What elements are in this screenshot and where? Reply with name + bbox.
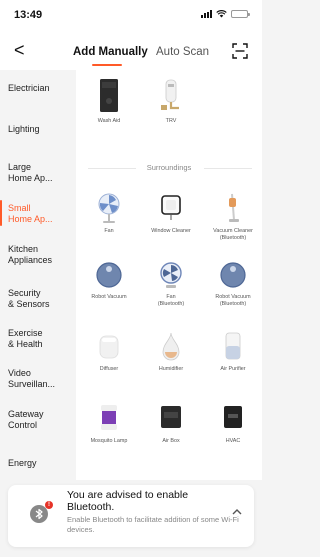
tab-add-manually[interactable]: Add Manually	[73, 46, 148, 58]
sidebar-item-lighting[interactable]: Lighting	[0, 124, 76, 135]
device-label: Humidifier	[158, 366, 184, 372]
device-label: Air Box	[162, 438, 180, 444]
hvac-icon	[224, 406, 242, 428]
humidifier-icon	[162, 332, 180, 361]
device-wash-aid[interactable]: Wash Aid	[78, 78, 140, 125]
sidebar-item-energy[interactable]: Energy	[0, 458, 76, 469]
window-cleaner-icon	[161, 195, 181, 220]
device-label: Window Cleaner	[151, 228, 191, 234]
device-label: Robot Vacuum (Bluetooth)	[215, 294, 251, 307]
status-time: 13:49	[14, 9, 43, 21]
diffuser-icon	[99, 335, 119, 359]
device-mosquito-lamp[interactable]: Mosquito Lamp	[78, 402, 140, 445]
alert-badge: !	[45, 501, 53, 509]
signal-icon	[201, 10, 212, 18]
section-divider	[204, 168, 252, 169]
device-label: Vacuum Cleaner (Bluetooth)	[213, 228, 253, 241]
active-tab-indicator	[92, 64, 122, 66]
fan-icon	[160, 262, 182, 288]
robot-vacuum-icon	[96, 262, 122, 288]
device-label: TRV	[165, 118, 177, 124]
sidebar-item-small-home-appliances[interactable]: Small Home Ap...	[0, 203, 76, 225]
device-vacuum-cleaner-bluetooth[interactable]: Vacuum Cleaner (Bluetooth)	[202, 192, 264, 241]
device-diffuser[interactable]: Diffuser	[78, 330, 140, 373]
device-grid: Wash Aid TRV Surroundings Fan Window Cle…	[76, 70, 262, 480]
device-label: Robot Vacuum	[91, 294, 127, 300]
device-robot-vacuum-bluetooth[interactable]: Robot Vacuum (Bluetooth)	[202, 260, 264, 307]
tab-auto-scan[interactable]: Auto Scan	[156, 46, 209, 58]
device-label: Fan	[104, 228, 114, 234]
device-robot-vacuum[interactable]: Robot Vacuum	[78, 260, 140, 301]
device-window-cleaner[interactable]: Window Cleaner	[140, 192, 202, 235]
device-fan-bluetooth[interactable]: Fan (Bluetooth)	[140, 260, 202, 307]
trv-icon	[161, 79, 179, 110]
device-trv[interactable]: TRV	[140, 78, 202, 125]
back-button[interactable]: <	[14, 40, 30, 60]
stick-vacuum-icon	[229, 193, 239, 222]
sidebar-item-gateway-control[interactable]: Gateway Control	[0, 409, 76, 431]
sidebar-item-kitchen-appliances[interactable]: Kitchen Appliances	[0, 244, 76, 266]
notice-title: You are advised to enable Bluetooth.	[67, 489, 189, 513]
device-label: Diffuser	[99, 366, 119, 372]
sidebar-item-video-surveillance[interactable]: Video Surveillan...	[0, 368, 76, 390]
device-label: Air Purifier	[220, 366, 246, 372]
mosquito-lamp-icon	[101, 405, 117, 430]
sidebar-item-security-sensors[interactable]: Security & Sensors	[0, 288, 76, 310]
device-humidifier[interactable]: Humidifier	[140, 330, 202, 373]
air-box-icon	[161, 406, 181, 428]
device-label: Mosquito Lamp	[90, 438, 128, 444]
device-fan[interactable]: Fan	[78, 192, 140, 235]
chevron-up-icon[interactable]	[230, 506, 244, 518]
category-sidebar: Electrician Lighting Large Home Ap... Sm…	[0, 70, 76, 480]
device-hvac[interactable]: HVAC	[202, 402, 264, 445]
device-air-box[interactable]: Air Box	[140, 402, 202, 445]
sidebar-item-electrician[interactable]: Electrician	[0, 83, 76, 94]
notice-description: Enable Bluetooth to facilitate addition …	[67, 515, 239, 534]
sidebar-item-large-home-appliances[interactable]: Large Home Ap...	[0, 162, 76, 184]
sidebar-item-exercise-health[interactable]: Exercise & Health	[0, 328, 76, 350]
scan-icon[interactable]	[232, 43, 248, 59]
air-purifier-icon	[225, 332, 241, 360]
robot-vacuum-icon	[220, 262, 246, 288]
header: < Add Manually Auto Scan	[0, 32, 262, 70]
device-label: Wash Aid	[97, 118, 121, 124]
device-label: HVAC	[225, 438, 241, 444]
status-bar: 13:49	[0, 0, 262, 32]
wash-aid-icon	[100, 79, 118, 112]
battery-icon	[231, 10, 250, 18]
device-air-purifier[interactable]: Air Purifier	[202, 330, 264, 373]
device-label: Fan (Bluetooth)	[157, 294, 185, 307]
bluetooth-notice[interactable]: ! You are advised to enable Bluetooth. E…	[8, 485, 254, 547]
wifi-icon	[216, 10, 227, 18]
status-icons	[201, 10, 250, 18]
fan-icon	[98, 193, 120, 223]
